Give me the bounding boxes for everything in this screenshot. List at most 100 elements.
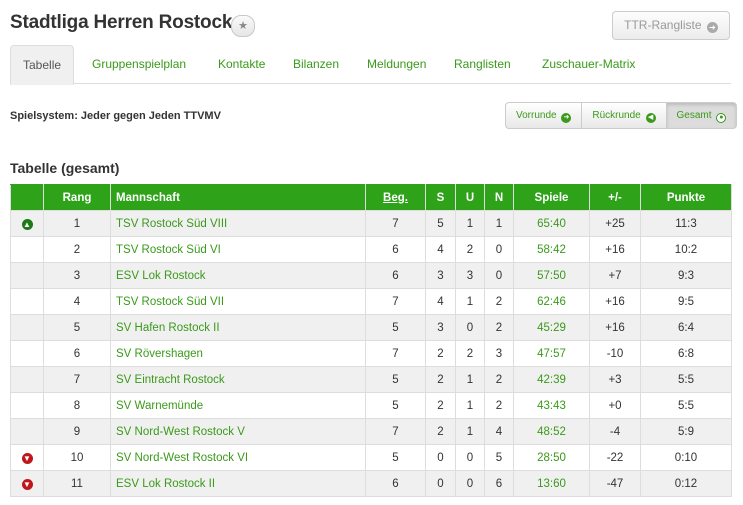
tendenz-cell xyxy=(10,340,44,367)
siege-cell: 0 xyxy=(425,470,456,497)
table-row: 9 SV Nord-West Rostock V 7 2 1 4 48:52 -4 5:9 xyxy=(10,418,732,445)
siege-cell: 2 xyxy=(425,366,456,393)
round-button-group: Vorrunde ➜ Rückrunde ◀ Gesamt ● xyxy=(505,102,738,129)
team-link[interactable]: ESV Lok Rostock xyxy=(110,262,366,289)
tendenz-cell: ▼ xyxy=(10,470,44,497)
table-title: Tabelle (gesamt) xyxy=(10,160,120,176)
spiele-link[interactable]: 45:29 xyxy=(513,314,590,341)
niederlagen-cell: 0 xyxy=(484,236,514,263)
spiele-link[interactable]: 57:50 xyxy=(513,262,590,289)
arrow-right-circle-icon: ➜ xyxy=(561,113,572,123)
begegnungen-cell: 5 xyxy=(365,314,426,341)
begegnungen-cell: 5 xyxy=(365,366,426,393)
spiele-link[interactable]: 62:46 xyxy=(513,288,590,315)
tab-ranglisten[interactable]: Ranglisten xyxy=(442,45,523,84)
tab-zuschauer-matrix[interactable]: Zuschauer-Matrix xyxy=(530,45,647,84)
begegnungen-cell: 7 xyxy=(365,340,426,367)
differenz-cell: +7 xyxy=(589,262,641,289)
spiele-link[interactable]: 43:43 xyxy=(513,392,590,419)
team-link[interactable]: TSV Rostock Süd VI xyxy=(110,236,366,263)
unentschieden-cell: 1 xyxy=(455,288,485,315)
siege-cell: 2 xyxy=(425,392,456,419)
differenz-cell: +0 xyxy=(589,392,641,419)
punkte-cell: 9:3 xyxy=(640,262,732,289)
tab-tabelle[interactable]: Tabelle xyxy=(10,45,75,85)
niederlagen-cell: 2 xyxy=(484,392,514,419)
header-punkte: Punkte xyxy=(640,184,732,211)
differenz-cell: +16 xyxy=(589,314,641,341)
spielsystem-label: Spielsystem: Jeder gegen Jeden TTVMV xyxy=(10,110,221,122)
rang-cell: 4 xyxy=(43,288,111,315)
ttr-rangliste-label: TTR-Rangliste xyxy=(624,18,702,32)
spiele-link[interactable]: 42:39 xyxy=(513,366,590,393)
tendenz-cell xyxy=(10,366,44,393)
table-row: 6 SV Rövershagen 7 2 2 3 47:57 -10 6:8 xyxy=(10,340,732,367)
niederlagen-cell: 0 xyxy=(484,262,514,289)
header-siege: S xyxy=(425,184,456,211)
team-link[interactable]: SV Hafen Rostock II xyxy=(110,314,366,341)
team-link[interactable]: TSV Rostock Süd VIII xyxy=(110,210,366,237)
gesamt-button[interactable]: Gesamt ● xyxy=(665,102,738,129)
abstieg-arrow-down-icon: ▼ xyxy=(21,478,33,490)
differenz-cell: +16 xyxy=(589,236,641,263)
favorite-star-button[interactable]: ★ xyxy=(231,15,255,37)
tab-gruppenspielplan[interactable]: Gruppenspielplan xyxy=(80,45,198,84)
punkte-cell: 0:10 xyxy=(640,444,732,471)
niederlagen-cell: 2 xyxy=(484,288,514,315)
unentschieden-cell: 1 xyxy=(455,418,485,445)
dot-circle-icon: ● xyxy=(716,113,727,123)
spiele-link[interactable]: 65:40 xyxy=(513,210,590,237)
spiele-link[interactable]: 28:50 xyxy=(513,444,590,471)
team-link[interactable]: TSV Rostock Süd VII xyxy=(110,288,366,315)
differenz-cell: -22 xyxy=(589,444,641,471)
spiele-link[interactable]: 47:57 xyxy=(513,340,590,367)
table-row: ▲ 1 TSV Rostock Süd VIII 7 5 1 1 65:40 +25 11:3 xyxy=(10,210,732,237)
punkte-cell: 5:5 xyxy=(640,392,732,419)
header-begegnungen[interactable]: Beg. xyxy=(365,184,426,211)
spiele-link[interactable]: 58:42 xyxy=(513,236,590,263)
tab-bilanzen[interactable]: Bilanzen xyxy=(281,45,351,84)
siege-cell: 4 xyxy=(425,288,456,315)
siege-cell: 5 xyxy=(425,210,456,237)
niederlagen-cell: 4 xyxy=(484,418,514,445)
tab-kontakte[interactable]: Kontakte xyxy=(206,45,277,84)
spiele-link[interactable]: 13:60 xyxy=(513,470,590,497)
arrow-left-circle-icon: ◀ xyxy=(645,113,656,123)
ttr-rangliste-button[interactable]: TTR-Rangliste ➜ xyxy=(612,11,730,40)
table-row: 4 TSV Rostock Süd VII 7 4 1 2 62:46 +16 9:5 xyxy=(10,288,732,315)
table-row: 8 SV Warnemünde 5 2 1 2 43:43 +0 5:5 xyxy=(10,392,732,419)
differenz-cell: +25 xyxy=(589,210,641,237)
team-link[interactable]: SV Nord-West Rostock VI xyxy=(110,444,366,471)
tendenz-cell xyxy=(10,392,44,419)
begegnungen-cell: 5 xyxy=(365,444,426,471)
siege-cell: 2 xyxy=(425,340,456,367)
punkte-cell: 9:5 xyxy=(640,288,732,315)
team-link[interactable]: ESV Lok Rostock II xyxy=(110,470,366,497)
vorrunde-button[interactable]: Vorrunde ➜ xyxy=(505,102,583,129)
spiele-link[interactable]: 48:52 xyxy=(513,418,590,445)
page-title: Stadtliga Herren Rostock xyxy=(10,12,233,33)
tab-bar: Tabelle Gruppenspielplan Kontakte Bilanz… xyxy=(10,45,731,85)
team-link[interactable]: SV Warnemünde xyxy=(110,392,366,419)
unentschieden-cell: 0 xyxy=(455,314,485,341)
team-link[interactable]: SV Rövershagen xyxy=(110,340,366,367)
niederlagen-cell: 2 xyxy=(484,314,514,341)
differenz-cell: -47 xyxy=(589,470,641,497)
differenz-cell: +3 xyxy=(589,366,641,393)
arrow-right-circle-icon: ➜ xyxy=(706,22,718,33)
begegnungen-cell: 7 xyxy=(365,418,426,445)
rueckrunde-button[interactable]: Rückrunde ◀ xyxy=(581,102,667,129)
aufstieg-arrow-up-icon: ▲ xyxy=(21,218,33,230)
siege-cell: 3 xyxy=(425,314,456,341)
team-link[interactable]: SV Eintracht Rostock xyxy=(110,366,366,393)
punkte-cell: 5:5 xyxy=(640,366,732,393)
team-link[interactable]: SV Nord-West Rostock V xyxy=(110,418,366,445)
standings-table: Rang Mannschaft Beg. S U N Spiele +/- Pu… xyxy=(10,184,732,497)
tab-meldungen[interactable]: Meldungen xyxy=(355,45,438,84)
niederlagen-cell: 3 xyxy=(484,340,514,367)
rang-cell: 5 xyxy=(43,314,111,341)
unentschieden-cell: 2 xyxy=(455,340,485,367)
header-unentschieden: U xyxy=(455,184,485,211)
siege-cell: 3 xyxy=(425,262,456,289)
begegnungen-cell: 5 xyxy=(365,392,426,419)
